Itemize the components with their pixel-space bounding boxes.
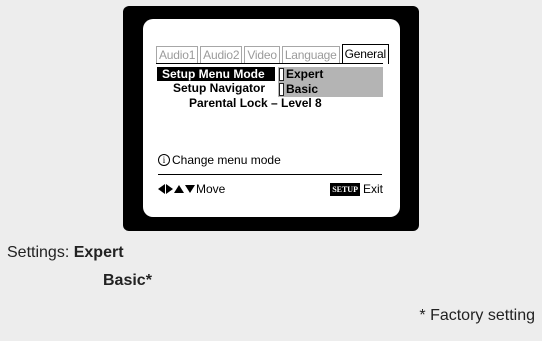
menu-item-parental-lock[interactable]: Parental Lock – Level 8 (189, 96, 322, 110)
option-basic-label: Basic (286, 82, 319, 96)
exit-hint: SETUP Exit (330, 182, 383, 196)
setup-menu-screen: Audio1 Audio2 Video Language General Set… (143, 19, 400, 217)
settings-label: Settings: (7, 244, 70, 261)
menu-item-setup-menu-mode[interactable]: Setup Menu Mode (162, 67, 265, 81)
nav-hints: Move SETUP Exit (158, 182, 383, 196)
arrow-left-icon (158, 184, 165, 194)
exit-label: Exit (362, 182, 383, 196)
option-marker-icon (279, 82, 284, 96)
info-icon: i (158, 154, 170, 166)
menu-item-setup-navigator[interactable]: Setup Navigator (173, 81, 265, 95)
tab-divider (156, 63, 383, 64)
tab-general[interactable]: General (341, 44, 389, 64)
option-expert[interactable]: Expert (279, 67, 323, 81)
option-marker-icon (279, 67, 284, 81)
tab-language[interactable]: Language (281, 46, 340, 63)
arrow-down-icon (185, 185, 195, 193)
arrow-up-icon (174, 185, 184, 193)
option-expert-label: Expert (286, 67, 324, 81)
tab-audio2[interactable]: Audio2 (200, 46, 243, 63)
setup-key-icon: SETUP (330, 182, 360, 196)
move-label: Move (196, 182, 226, 196)
arrow-right-icon (166, 184, 173, 194)
settings-value-basic: Basic* (103, 272, 152, 289)
settings-value-expert: Expert (73, 244, 124, 261)
factory-setting-note: * Factory setting (419, 307, 535, 324)
direction-keys: Move (158, 182, 225, 196)
tab-video[interactable]: Video (244, 46, 280, 63)
tab-audio1[interactable]: Audio1 (156, 46, 199, 63)
tab-bar: Audio1 Audio2 Video Language General (156, 44, 389, 64)
help-line: i Change menu mode (158, 153, 281, 167)
nav-divider (158, 174, 382, 175)
settings-line: Settings: Expert (7, 244, 124, 262)
help-text: Change menu mode (172, 153, 281, 167)
option-basic[interactable]: Basic (279, 82, 318, 96)
